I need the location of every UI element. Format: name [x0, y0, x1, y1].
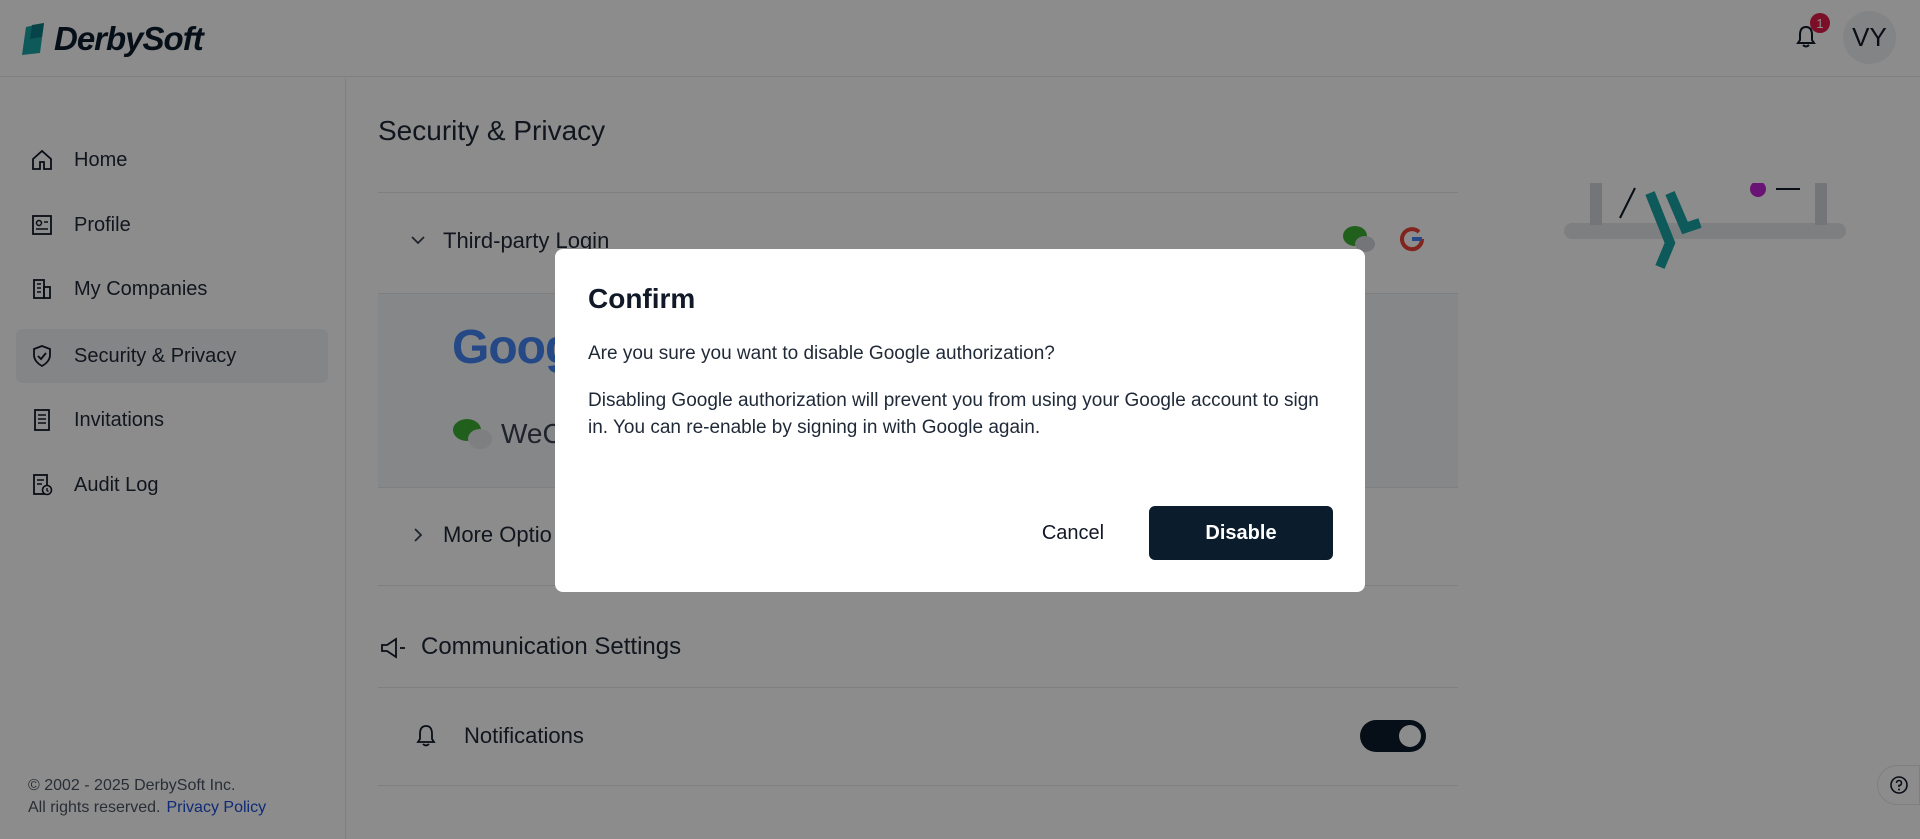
dialog-question: Are you sure you want to disable Google …	[588, 343, 1055, 364]
confirm-dialog: Confirm Are you sure you want to disable…	[555, 249, 1365, 592]
dialog-title: Confirm	[588, 283, 696, 314]
dialog-description: Disabling Google authorization will prev…	[588, 390, 1319, 438]
disable-button[interactable]: Disable	[1149, 506, 1333, 560]
cancel-button[interactable]: Cancel	[995, 506, 1151, 560]
